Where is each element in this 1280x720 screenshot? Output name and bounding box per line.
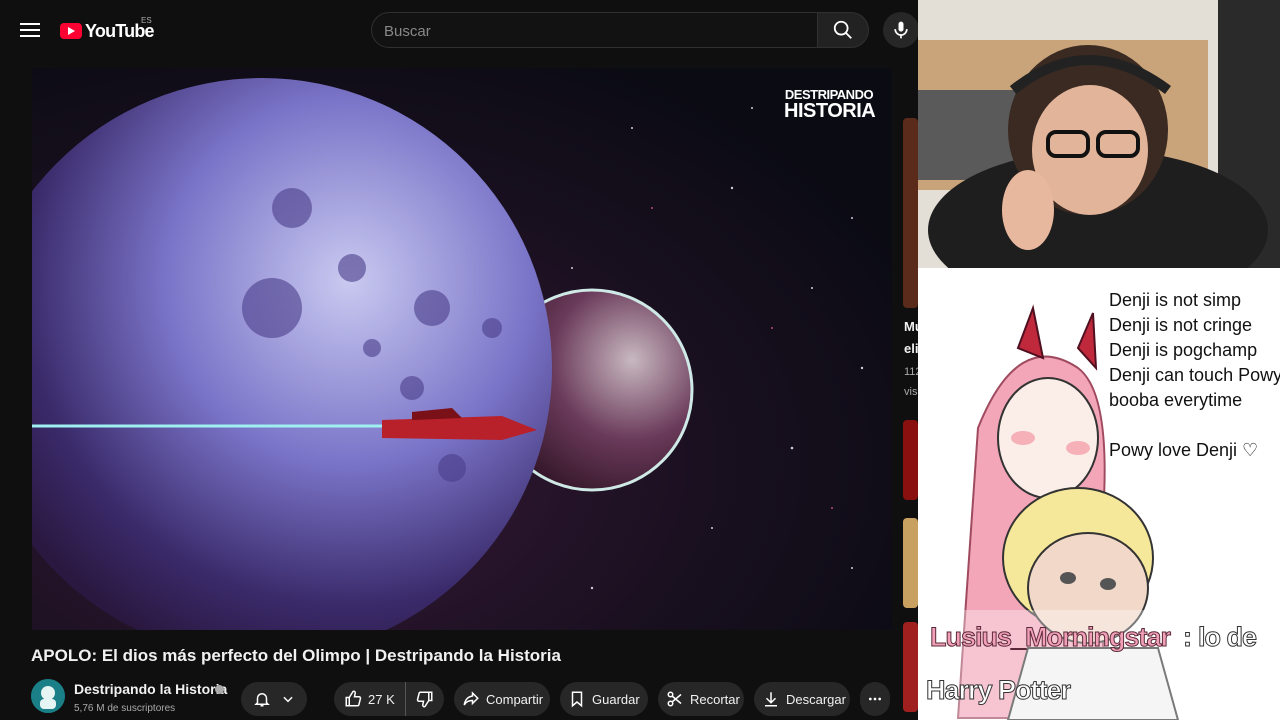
chevron-down-icon: [283, 696, 293, 703]
search-button[interactable]: [817, 12, 869, 48]
video-frame: [32, 68, 892, 630]
recommendation-title-line2[interactable]: eli: [904, 341, 918, 356]
subscriber-count: 5,76 M de suscriptores: [74, 703, 176, 714]
download-button[interactable]: Descargar: [754, 682, 850, 716]
meme-line: Denji is not cringe: [1109, 315, 1253, 335]
meme-line: [1109, 413, 1280, 438]
channel-watermark: DESTRIPANDO HISTORIA: [784, 88, 876, 122]
share-button[interactable]: Compartir: [454, 682, 550, 716]
chat-separator: :: [1183, 622, 1193, 653]
recommendation-meta-line2: vis: [904, 386, 918, 398]
like-count: 27 K: [368, 691, 395, 707]
download-label: Descargar: [786, 691, 846, 707]
more-horizontal-icon: [869, 697, 881, 701]
search-icon: [833, 20, 852, 39]
recommendation-thumbnail[interactable]: [903, 518, 918, 608]
youtube-play-icon: [60, 23, 82, 39]
meme-line: Powy love Denji ♡: [1109, 440, 1259, 460]
clip-button[interactable]: Recortar: [658, 682, 744, 716]
like-button[interactable]: 27 K: [334, 682, 406, 716]
watermark-line2: HISTORIA: [784, 100, 876, 122]
dislike-button[interactable]: [406, 690, 434, 708]
recommendation-thumbnail[interactable]: [903, 420, 918, 500]
channel-name[interactable]: Destripando la Historia: [74, 681, 227, 697]
save-button[interactable]: Guardar: [560, 682, 648, 716]
download-icon: [765, 692, 777, 707]
save-label: Guardar: [592, 691, 640, 707]
search-box: [371, 12, 817, 49]
thumbs-up-icon: [345, 690, 362, 707]
chat-message-line1: lo de: [1197, 622, 1257, 653]
more-actions-button[interactable]: [860, 682, 890, 716]
channel-avatar[interactable]: [31, 679, 65, 713]
search-input[interactable]: [372, 13, 806, 49]
avatar-art: [31, 679, 65, 713]
recommendations-sidebar: Mu eli 112 vis: [903, 62, 918, 720]
country-code: ES: [141, 16, 152, 25]
share-icon: [463, 691, 479, 706]
scissors-icon: [667, 691, 682, 707]
notifications-button[interactable]: [241, 682, 307, 716]
chat-username: Lusius_Morningstar: [929, 622, 1171, 653]
meme-line: booba everytime: [1109, 390, 1243, 410]
microphone-icon: [894, 21, 908, 39]
recommendation-thumbnail[interactable]: [903, 118, 918, 308]
webcam-overlay: [918, 0, 1280, 268]
thumbs-down-icon: [416, 691, 433, 708]
recommendation-thumbnail[interactable]: [903, 622, 918, 712]
meme-line: Denji can touch Powy: [1109, 365, 1280, 385]
share-label: Compartir: [486, 691, 544, 707]
meme-line: Denji is not simp: [1109, 290, 1242, 310]
meme-line: Denji is pogchamp: [1109, 340, 1258, 360]
bell-icon: [254, 693, 270, 707]
video-player[interactable]: DESTRIPANDO HISTORIA: [32, 68, 892, 630]
like-dislike-group: 27 K: [334, 682, 444, 716]
streamer-webcam-image: [918, 0, 1280, 268]
hamburger-menu-icon[interactable]: [20, 20, 40, 40]
meme-caption: Denji is not simp Denji is not cringe De…: [1109, 288, 1280, 463]
voice-search-button[interactable]: [883, 12, 919, 48]
verified-badge-icon: [215, 685, 224, 694]
bookmark-icon: [571, 691, 583, 708]
clip-label: Recortar: [690, 691, 740, 707]
recommendation-meta-line1: 112: [904, 366, 918, 378]
recommendation-title-line1[interactable]: Mu: [904, 319, 918, 334]
video-title: APOLO: El dios más perfecto del Olimpo |…: [31, 646, 561, 665]
chat-message-line2: Harry Potter: [925, 675, 1071, 706]
youtube-logo[interactable]: YouTube: [60, 18, 155, 44]
